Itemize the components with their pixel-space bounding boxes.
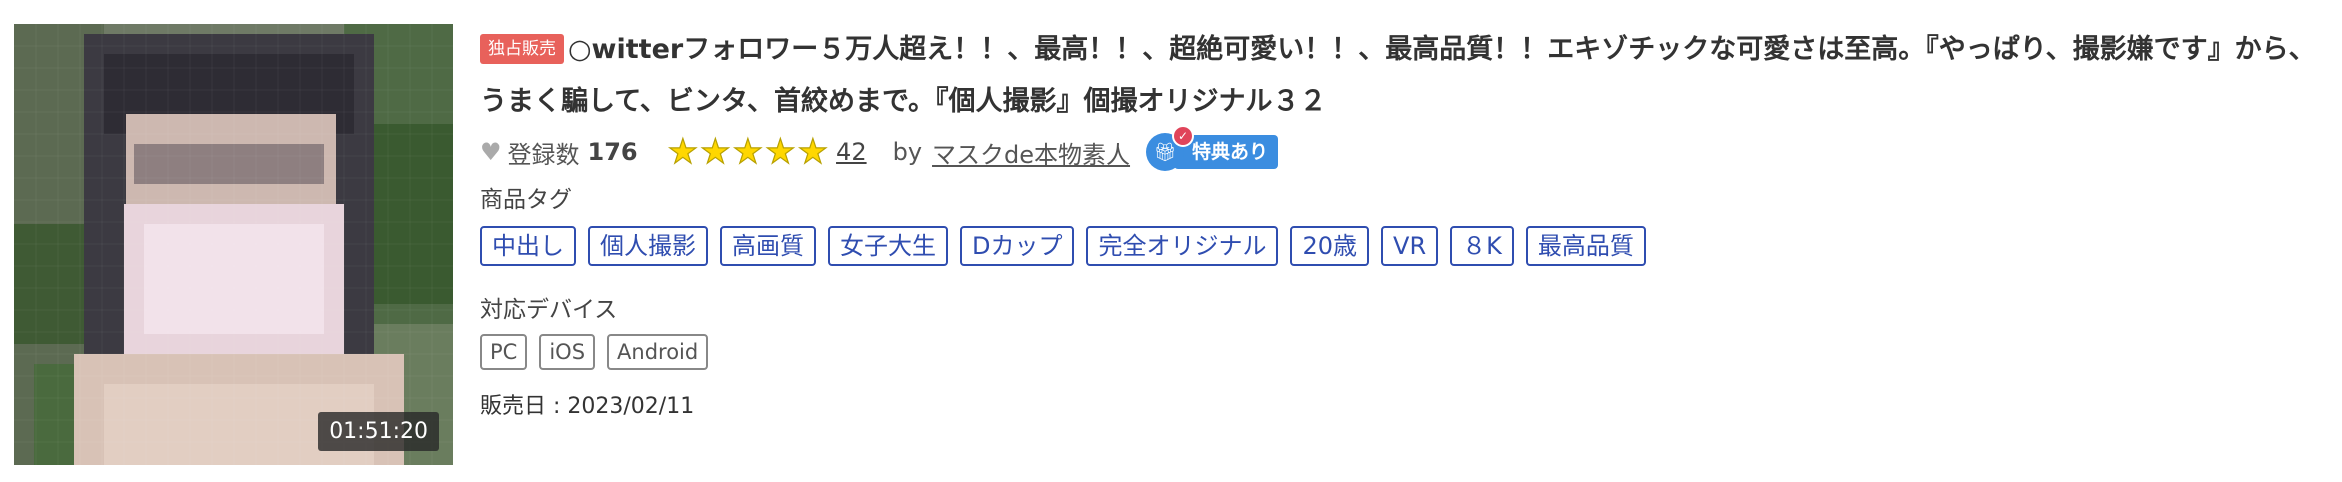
- product-info: 独占販売 ○witterフォロワー５万人超え！！、最高！！、超絶可愛い！！、最高品…: [480, 24, 2330, 420]
- star-icon: ★: [667, 132, 699, 172]
- devices-section-label: 対応デバイス: [480, 297, 618, 323]
- product-meta: ♥ 登録数 176 ★★★★★ 42 by マスクde本物素人 🎁︎ ✓ 特典あ…: [480, 125, 2330, 174]
- registered-label: 登録数: [507, 140, 580, 169]
- perk-badge[interactable]: 🎁︎ ✓ 特典あり: [1146, 125, 1279, 171]
- rating-stars: ★★★★★: [667, 132, 830, 172]
- product-title-row[interactable]: 独占販売 ○witterフォロワー５万人超え！！、最高！！、超絶可愛い！！、最高品…: [480, 24, 2330, 128]
- tags-section-label: 商品タグ: [480, 187, 572, 213]
- device-item: Android: [607, 334, 709, 370]
- product-thumbnail[interactable]: 01:51:20: [14, 24, 453, 465]
- star-icon: ★: [764, 132, 796, 172]
- video-duration: 01:51:20: [318, 412, 439, 451]
- tag-item[interactable]: Dカップ: [960, 226, 1075, 266]
- tag-item[interactable]: ８K: [1450, 226, 1514, 266]
- device-item: PC: [480, 334, 528, 370]
- tag-item[interactable]: 20歳: [1290, 226, 1370, 266]
- check-icon: ✓: [1172, 125, 1195, 147]
- tag-item[interactable]: 高画質: [720, 226, 816, 266]
- device-list: PC iOS Android: [480, 334, 2330, 370]
- product-title[interactable]: ○witterフォロワー５万人超え！！、最高！！、超絶可愛い！！、最高品質！！エ…: [480, 34, 2316, 117]
- by-label: by: [892, 138, 923, 166]
- heart-icon[interactable]: ♥: [480, 138, 502, 166]
- review-count-link[interactable]: 42: [836, 138, 867, 166]
- tag-item[interactable]: 女子大生: [828, 226, 948, 266]
- release-date: 販売日 : 2023/02/11: [480, 394, 695, 419]
- star-icon: ★: [732, 132, 764, 172]
- tag-item[interactable]: 中出し: [480, 226, 576, 266]
- tag-list: 中出し 個人撮影 高画質 女子大生 Dカップ 完全オリジナル 20歳 VR ８K…: [480, 226, 2330, 266]
- tag-item[interactable]: VR: [1381, 226, 1439, 266]
- device-item: iOS: [539, 334, 596, 370]
- author-link[interactable]: マスクde本物素人: [932, 135, 1130, 170]
- star-icon: ★: [699, 132, 731, 172]
- tag-item[interactable]: 最高品質: [1525, 226, 1646, 266]
- exclusive-badge: 独占販売: [480, 34, 564, 64]
- registered-count: 176: [587, 138, 638, 166]
- tag-item[interactable]: 個人撮影: [588, 226, 708, 266]
- tag-item[interactable]: 完全オリジナル: [1086, 226, 1279, 266]
- thumbnail-mosaic-image: [14, 24, 453, 465]
- star-icon: ★: [797, 132, 829, 172]
